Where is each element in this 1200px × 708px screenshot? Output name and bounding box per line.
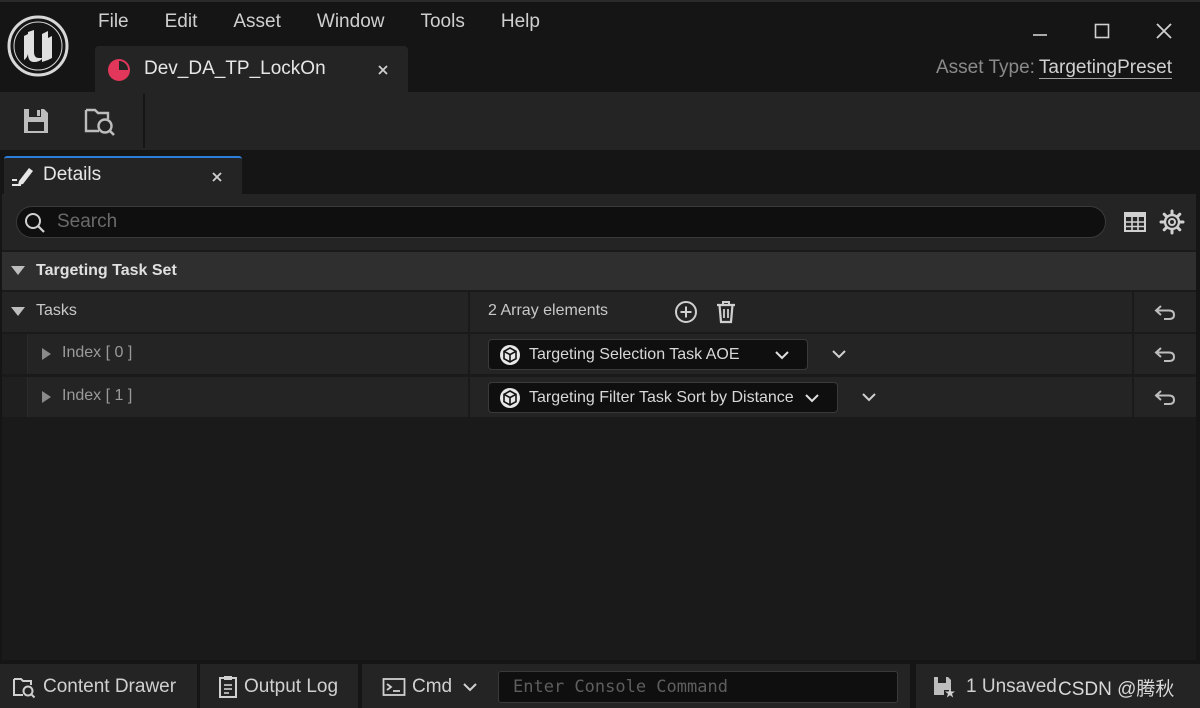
menu-tools[interactable]: Tools (402, 4, 482, 40)
browse-folder-icon (84, 108, 115, 136)
reset-to-default-button[interactable] (1134, 292, 1196, 332)
csdn-watermark: CSDN @腾秋 (1058, 679, 1175, 700)
table-icon (1124, 212, 1146, 232)
class-cube-icon (500, 388, 520, 408)
tasks-label: Tasks (36, 302, 77, 319)
index-0-label: Index [ 0 ] (62, 344, 133, 361)
data-asset-icon (108, 59, 130, 81)
maximize-button[interactable] (1082, 14, 1122, 48)
reset-to-default-button[interactable] (1134, 334, 1196, 374)
property-row-index-0: Index [ 0 ] Targeting Selection Task AOE (2, 334, 1196, 374)
expand-arrow-icon[interactable] (38, 390, 54, 404)
menu-file[interactable]: File (80, 4, 147, 40)
details-search-row (2, 194, 1196, 250)
cmd-label[interactable]: Cmd (412, 676, 452, 698)
maximize-icon (1094, 23, 1110, 39)
title-bar: File Edit Asset Window Tools Help Dev_DA… (0, 0, 1200, 94)
add-element-button[interactable] (673, 299, 699, 325)
save-button[interactable] (16, 102, 56, 140)
asset-type-label: Asset Type: (935, 57, 1035, 78)
details-settings-button[interactable] (1158, 208, 1186, 236)
chevron-down-icon (775, 351, 789, 360)
category-label: Targeting Task Set (36, 262, 177, 279)
details-search-box[interactable] (16, 206, 1106, 238)
indent-bar (2, 377, 28, 417)
unreal-engine-logo[interactable] (6, 14, 70, 78)
unsaved-save-icon (934, 677, 955, 698)
asset-tab-label: Dev_DA_TP_LockOn (144, 58, 326, 79)
reset-arrow-icon (1154, 347, 1176, 362)
main-menu: File Edit Asset Window Tools Help (80, 4, 558, 40)
chevron-down-icon[interactable] (830, 347, 848, 361)
search-icon (25, 213, 45, 233)
index-0-name-cell: Index [ 0 ] (2, 334, 468, 374)
class-picker-combo[interactable]: Targeting Selection Task AOE (488, 339, 808, 370)
panel-tab-bar: Details (0, 150, 1200, 194)
tasks-value-cell: 2 Array elements (470, 292, 1132, 332)
unsaved-label: 1 Unsaved (966, 676, 1057, 697)
array-count-text: 2 Array elements (488, 302, 609, 319)
minimize-button[interactable] (1020, 14, 1060, 48)
gear-icon (1159, 209, 1185, 235)
toolbar-separator (143, 94, 145, 148)
close-tab-icon[interactable] (207, 167, 227, 187)
output-log-icon (219, 676, 237, 698)
collapse-arrow-icon[interactable] (10, 305, 26, 319)
menu-window[interactable]: Window (299, 4, 403, 40)
trash-icon (717, 301, 735, 324)
class-cube-icon (500, 345, 520, 365)
console-command-input[interactable] (498, 671, 898, 703)
details-panel: Targeting Task Set Tasks 2 Array element… (2, 194, 1196, 660)
output-log-label: Output Log (244, 676, 339, 697)
property-row-tasks: Tasks 2 Array elements (2, 292, 1196, 332)
minimize-icon (1033, 34, 1047, 36)
content-drawer-icon (13, 678, 36, 699)
class-picker-combo[interactable]: Targeting Filter Task Sort by Distance (488, 382, 838, 413)
save-icon (24, 109, 48, 133)
collapse-arrow-icon (11, 266, 25, 275)
output-log-button[interactable]: Output Log (200, 664, 358, 708)
close-window-button[interactable] (1144, 14, 1184, 48)
chevron-down-icon (805, 394, 819, 403)
asset-toolbar (0, 92, 1200, 150)
close-tab-icon[interactable] (373, 60, 393, 80)
combo-value-text: Targeting Filter Task Sort by Distance (529, 389, 794, 406)
details-tab-label: Details (43, 164, 102, 185)
combo-value-text: Targeting Selection Task AOE (529, 346, 740, 363)
empty-array-button[interactable] (713, 299, 739, 325)
property-matrix-button[interactable] (1121, 208, 1149, 236)
indent-bar (2, 334, 28, 374)
index-1-label: Index [ 1 ] (62, 387, 133, 404)
console-icon (382, 678, 406, 696)
index-0-value-cell: Targeting Selection Task AOE (470, 334, 1132, 374)
browse-to-asset-button[interactable] (80, 102, 120, 140)
content-drawer-button[interactable]: Content Drawer (0, 664, 197, 708)
reset-to-default-button[interactable] (1134, 377, 1196, 417)
content-drawer-label: Content Drawer (43, 676, 177, 697)
tasks-name-cell: Tasks (2, 292, 468, 332)
asset-editor-tab[interactable]: Dev_DA_TP_LockOn (95, 46, 408, 94)
index-1-value-cell: Targeting Filter Task Sort by Distance (470, 377, 1132, 417)
index-1-name-cell: Index [ 1 ] (2, 377, 468, 417)
asset-type-link[interactable]: TargetingPreset (1038, 57, 1172, 79)
search-input[interactable] (57, 210, 1087, 234)
menu-asset[interactable]: Asset (215, 4, 299, 40)
menu-edit[interactable]: Edit (147, 4, 216, 40)
expand-arrow-icon[interactable] (38, 347, 54, 361)
reset-arrow-icon (1154, 390, 1176, 405)
close-icon (1156, 23, 1172, 39)
reset-arrow-icon (1154, 305, 1176, 320)
asset-type-info: Asset Type: TargetingPreset (936, 57, 1172, 79)
details-pencil-icon (12, 168, 33, 186)
chevron-down-icon[interactable] (460, 678, 480, 696)
property-row-index-1: Index [ 1 ] Targeting Filter Task Sort b… (2, 377, 1196, 417)
category-targeting-task-set[interactable]: Targeting Task Set (2, 252, 1196, 290)
status-bar: Content Drawer Output Log Cmd 1 Unsaved (0, 662, 1200, 708)
details-tab[interactable]: Details (4, 156, 242, 194)
chevron-down-icon[interactable] (860, 390, 878, 404)
add-circle-icon (675, 301, 697, 323)
menu-help[interactable]: Help (483, 4, 558, 40)
